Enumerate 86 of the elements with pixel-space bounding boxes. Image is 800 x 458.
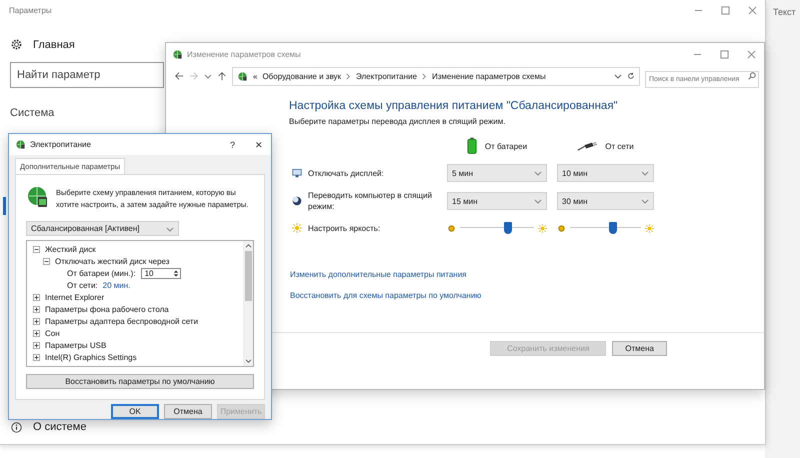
tree-item[interactable]: Intel(R) Graphics Settings: [45, 352, 137, 362]
caret-icon: [166, 224, 174, 232]
nav-item[interactable]: О системе: [33, 421, 86, 433]
page-subtitle: Выберите параметры перевода дисплея в спящий режим.: [289, 117, 506, 126]
column-heading: От сети: [605, 142, 634, 150]
tree-item[interactable]: Параметры адаптера беспроводной сети: [45, 316, 198, 326]
expand-icon[interactable]: [33, 294, 40, 300]
tree-item[interactable]: Жесткий диск: [45, 244, 96, 254]
column-heading: От батареи: [484, 142, 528, 150]
back-arrow-icon[interactable]: [174, 71, 184, 81]
button[interactable]: OK: [111, 404, 159, 419]
sun-icon: [645, 224, 654, 232]
monitor-icon: [292, 168, 302, 178]
settings-icon: [10, 38, 23, 51]
address-bar[interactable]: « Оборудование и звук Электропитание Изменение параметров схемы: [232, 66, 640, 86]
tree-item[interactable]: Отключать жесткий диск через: [55, 256, 170, 266]
brightness-slider[interactable]: [460, 222, 534, 234]
caret-icon: [641, 169, 649, 177]
expand-icon[interactable]: [33, 354, 40, 360]
close-icon[interactable]: [747, 50, 756, 58]
help-button[interactable]: ?: [230, 140, 235, 150]
dropdown[interactable]: 5 мин: [447, 164, 547, 182]
dropdown[interactable]: Сбалансированная [Активен]: [26, 221, 179, 236]
dropdown[interactable]: 30 мин: [557, 192, 654, 210]
window-title: Изменение параметров схемы: [187, 50, 301, 58]
caret-icon[interactable]: [614, 72, 622, 80]
spin-box[interactable]: 10: [140, 268, 181, 278]
plug-icon: [577, 141, 598, 151]
tree-item[interactable]: Параметры USB: [45, 340, 106, 350]
close-button[interactable]: ✕: [255, 140, 263, 150]
tree-item[interactable]: Сон: [45, 328, 60, 338]
close-icon[interactable]: [748, 6, 757, 14]
moon-icon: [292, 196, 302, 206]
scroll-down-icon[interactable]: [244, 359, 252, 364]
window-title: Параметры: [9, 6, 52, 14]
selection-marker: [3, 197, 6, 215]
caret-icon: [641, 197, 649, 205]
link[interactable]: Восстановить для схемы параметры по умолчанию: [290, 291, 764, 300]
section-heading: Система: [10, 107, 56, 119]
maximize-icon[interactable]: [720, 50, 729, 58]
setting-value-link[interactable]: 20 мин.: [102, 280, 130, 290]
window-title: Электропитание: [30, 140, 91, 149]
chevron-icon: [346, 72, 352, 80]
tree-item[interactable]: Internet Explorer: [45, 292, 104, 302]
scroll-up-icon[interactable]: [244, 243, 252, 248]
setting-label: Переводить компьютер в спящий режим:: [308, 190, 433, 212]
slider-thumb[interactable]: [608, 222, 617, 234]
dropdown[interactable]: 15 мин: [447, 192, 547, 210]
expand-icon[interactable]: [33, 342, 40, 348]
tree-item[interactable]: Параметры фона рабочего стола: [45, 304, 169, 314]
sun-icon: [538, 224, 547, 232]
dropdown[interactable]: 10 мин: [557, 164, 654, 182]
search-field[interactable]: Найти параметр: [10, 62, 164, 88]
tab-label[interactable]: Текст: [773, 7, 796, 17]
link[interactable]: Изменить дополнительные параметры питания: [290, 270, 764, 279]
expand-icon[interactable]: [33, 318, 40, 324]
slider-thumb[interactable]: [504, 222, 512, 234]
battery-icon: [466, 137, 477, 155]
setting-label: От сети:: [67, 280, 98, 290]
scrollbar[interactable]: [243, 241, 253, 366]
dim-sun-icon: [447, 224, 456, 232]
page-heading: Настройка схемы управления питанием "Сбалансированная": [289, 100, 619, 112]
button[interactable]: Отмена: [164, 404, 212, 419]
nav-item[interactable]: Главная: [33, 38, 75, 50]
brightness-slider[interactable]: [570, 222, 641, 234]
caret-icon: [534, 169, 542, 177]
chevron-icon: [422, 72, 427, 80]
sun-icon: [292, 223, 302, 233]
info-icon: [11, 422, 22, 432]
caret-icon[interactable]: [204, 72, 212, 80]
caret-icon: [534, 197, 542, 205]
setting-label: Настроить яркость:: [308, 222, 380, 234]
setting-label: От батареи (мин.):: [67, 268, 136, 278]
maximize-icon[interactable]: [721, 6, 730, 14]
expand-icon[interactable]: [33, 330, 40, 336]
dim-sun-icon: [557, 224, 566, 232]
collapse-icon[interactable]: [43, 258, 50, 264]
button[interactable]: Отмена: [612, 341, 667, 356]
restore-defaults-button[interactable]: Восстановить параметры по умолчанию: [26, 374, 254, 389]
search-icon: [748, 72, 756, 80]
collapse-icon[interactable]: [33, 246, 40, 252]
up-arrow-icon[interactable]: [217, 71, 227, 81]
expand-icon[interactable]: [33, 306, 40, 312]
setting-label: Отключать дисплей:: [308, 168, 384, 178]
refresh-icon[interactable]: [627, 72, 635, 80]
battery-globe-icon: [26, 185, 50, 209]
